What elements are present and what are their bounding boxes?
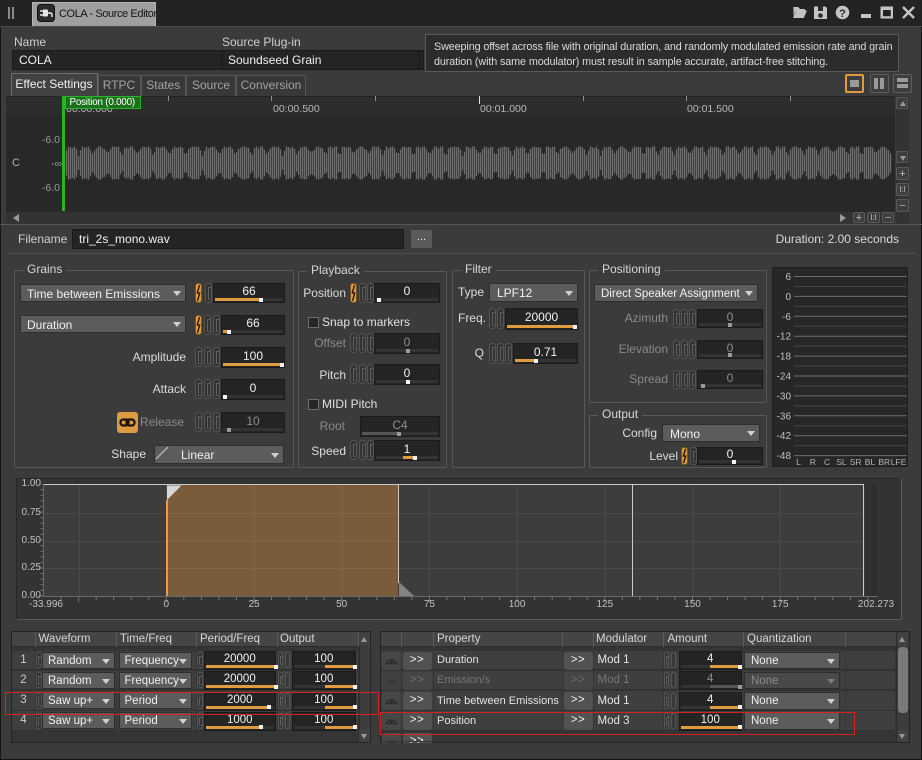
svg-text:BR: BR (878, 457, 890, 467)
svg-text:?: ? (839, 8, 846, 20)
svg-text:-24: -24 (777, 372, 792, 383)
svg-text:SL: SL (836, 457, 847, 467)
svg-text:-6: -6 (782, 312, 791, 323)
svg-text:L: L (796, 457, 801, 467)
svg-text:-30: -30 (777, 391, 792, 402)
svg-text:SR: SR (850, 457, 862, 467)
svg-text:-42: -42 (777, 431, 792, 442)
svg-text:-12: -12 (777, 332, 792, 343)
svg-text:BL: BL (865, 457, 876, 467)
svg-text:-18: -18 (777, 352, 792, 363)
svg-text:LFE: LFE (891, 457, 907, 467)
svg-text:R: R (810, 457, 816, 467)
svg-text:0: 0 (785, 292, 791, 303)
svg-text:6: 6 (785, 272, 791, 283)
svg-text:C: C (824, 457, 830, 467)
svg-text:-36: -36 (777, 411, 792, 422)
svg-text:-48: -48 (777, 451, 792, 462)
